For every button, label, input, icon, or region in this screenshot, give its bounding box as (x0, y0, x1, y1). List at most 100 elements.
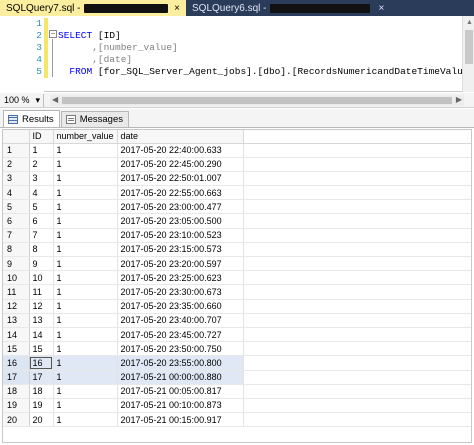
id-cell[interactable]: 16 (29, 355, 54, 371)
collapse-icon[interactable]: − (49, 30, 57, 38)
date-cell[interactable]: 2017-05-21 00:15:00.917 (117, 412, 244, 428)
date-cell[interactable]: 2017-05-21 00:10:00.873 (117, 398, 244, 414)
scroll-right-icon[interactable]: ▶ (456, 95, 462, 104)
number-value-cell[interactable]: 1 (53, 213, 118, 229)
date-cell[interactable]: 2017-05-21 00:00:00.880 (117, 370, 244, 385)
date-cell[interactable]: 2017-05-20 23:45:00.727 (117, 327, 244, 343)
row-number-header[interactable] (3, 130, 30, 144)
column-header-date[interactable]: date (117, 130, 244, 144)
id-cell[interactable]: 17 (29, 370, 54, 385)
row-number-cell[interactable]: 19 (3, 398, 30, 414)
row-number-cell[interactable]: 16 (3, 355, 30, 371)
number-value-cell[interactable]: 1 (53, 398, 118, 414)
code-text[interactable]: ​SELECT [ID] ,[number_value] ,[date] FRO… (58, 18, 474, 78)
date-cell[interactable]: 2017-05-20 23:50:00.750 (117, 341, 244, 357)
table-row[interactable]: 14 14 1 2017-05-20 23:45:00.727 (3, 327, 471, 343)
row-number-cell[interactable]: 11 (3, 284, 30, 300)
date-cell[interactable]: 2017-05-20 22:50:01.007 (117, 171, 244, 187)
date-cell[interactable]: 2017-05-20 23:40:00.707 (117, 313, 244, 328)
editor-horizontal-scrollbar[interactable]: ◀ ▶ (50, 95, 464, 106)
editor-vertical-scrollbar[interactable]: ▲ (462, 16, 474, 92)
id-cell[interactable]: 5 (29, 199, 54, 215)
scrollbar-thumb[interactable] (62, 97, 452, 104)
table-row[interactable]: 18 18 1 2017-05-21 00:05:00.817 (3, 384, 471, 399)
row-number-cell[interactable]: 14 (3, 327, 30, 343)
close-icon[interactable]: × (378, 3, 384, 14)
table-row[interactable]: 10 10 1 2017-05-20 23:25:00.623 (3, 270, 471, 286)
id-cell[interactable]: 9 (29, 256, 54, 272)
zoom-dropdown[interactable]: 100 % ▾ (0, 93, 44, 107)
tab-results[interactable]: Results (3, 110, 60, 127)
close-icon[interactable]: × (174, 3, 180, 14)
row-number-cell[interactable]: 10 (3, 270, 30, 286)
date-cell[interactable]: 2017-05-21 00:05:00.817 (117, 384, 244, 399)
number-value-cell[interactable]: 1 (53, 341, 118, 357)
id-cell[interactable]: 3 (29, 171, 54, 187)
id-cell[interactable]: 1 (29, 143, 54, 158)
number-value-cell[interactable]: 1 (53, 355, 118, 371)
date-cell[interactable]: 2017-05-20 22:55:00.663 (117, 185, 244, 201)
table-row[interactable]: 5 5 1 2017-05-20 23:00:00.477 (3, 199, 471, 215)
id-cell[interactable]: 14 (29, 327, 54, 343)
number-value-cell[interactable]: 1 (53, 327, 118, 343)
row-number-cell[interactable]: 6 (3, 213, 30, 229)
number-value-cell[interactable]: 1 (53, 313, 118, 328)
table-row[interactable]: 19 19 1 2017-05-21 00:10:00.873 (3, 398, 471, 414)
table-row[interactable]: 12 12 1 2017-05-20 23:35:00.660 (3, 299, 471, 314)
table-row[interactable]: 13 13 1 2017-05-20 23:40:00.707 (3, 313, 471, 328)
id-cell[interactable]: 15 (29, 341, 54, 357)
number-value-cell[interactable]: 1 (53, 157, 118, 172)
table-row[interactable]: 15 15 1 2017-05-20 23:50:00.750 (3, 341, 471, 357)
id-cell[interactable]: 11 (29, 284, 54, 300)
table-row[interactable]: 17 17 1 2017-05-21 00:00:00.880 (3, 370, 471, 385)
row-number-cell[interactable]: 3 (3, 171, 30, 187)
table-row[interactable]: 16 16 1 2017-05-20 23:55:00.800 (3, 355, 471, 371)
number-value-cell[interactable]: 1 (53, 143, 118, 158)
row-number-cell[interactable]: 2 (3, 157, 30, 172)
table-row[interactable]: 20 20 1 2017-05-21 00:15:00.917 (3, 412, 471, 428)
id-cell[interactable]: 4 (29, 185, 54, 201)
date-cell[interactable]: 2017-05-20 22:45:00.290 (117, 157, 244, 172)
row-number-cell[interactable]: 13 (3, 313, 30, 328)
scroll-left-icon[interactable]: ◀ (52, 95, 58, 104)
tab-sqlquery6[interactable]: SQLQuery6.sql - × (186, 0, 474, 16)
date-cell[interactable]: 2017-05-20 23:10:00.523 (117, 228, 244, 243)
id-cell[interactable]: 18 (29, 384, 54, 399)
id-cell[interactable]: 12 (29, 299, 54, 314)
table-row[interactable]: 8 8 1 2017-05-20 23:15:00.573 (3, 242, 471, 258)
row-number-cell[interactable]: 15 (3, 341, 30, 357)
row-number-cell[interactable]: 8 (3, 242, 30, 258)
number-value-cell[interactable]: 1 (53, 299, 118, 314)
row-number-cell[interactable]: 5 (3, 199, 30, 215)
tab-sqlquery7[interactable]: SQLQuery7.sql - × (0, 0, 186, 16)
results-grid[interactable]: ID number_value date 1 1 1 2017-05-20 22:40… (2, 129, 472, 443)
tab-messages[interactable]: Messages (60, 111, 129, 127)
date-cell[interactable]: 2017-05-20 23:00:00.477 (117, 199, 244, 215)
id-cell[interactable]: 20 (29, 412, 54, 428)
table-row[interactable]: 6 6 1 2017-05-20 23:05:00.500 (3, 213, 471, 229)
query-editor[interactable]: 1 2 3 4 5 − ​SELECT [ID] ,[number_value]… (0, 16, 474, 92)
number-value-cell[interactable]: 1 (53, 412, 118, 428)
table-row[interactable]: 4 4 1 2017-05-20 22:55:00.663 (3, 185, 471, 201)
row-number-cell[interactable]: 9 (3, 256, 30, 272)
row-number-cell[interactable]: 7 (3, 228, 30, 243)
table-row[interactable]: 9 9 1 2017-05-20 23:20:00.597 (3, 256, 471, 272)
row-number-cell[interactable]: 12 (3, 299, 30, 314)
scrollbar-thumb[interactable] (465, 30, 473, 64)
column-header-number-value[interactable]: number_value (53, 130, 118, 144)
table-row[interactable]: 2 2 1 2017-05-20 22:45:00.290 (3, 157, 471, 172)
date-cell[interactable]: 2017-05-20 23:05:00.500 (117, 213, 244, 229)
id-cell[interactable]: 10 (29, 270, 54, 286)
table-row[interactable]: 3 3 1 2017-05-20 22:50:01.007 (3, 171, 471, 187)
row-number-cell[interactable]: 18 (3, 384, 30, 399)
number-value-cell[interactable]: 1 (53, 284, 118, 300)
date-cell[interactable]: 2017-05-20 23:35:00.660 (117, 299, 244, 314)
date-cell[interactable]: 2017-05-20 23:30:00.673 (117, 284, 244, 300)
column-header-id[interactable]: ID (29, 130, 54, 144)
row-number-cell[interactable]: 1 (3, 143, 30, 158)
number-value-cell[interactable]: 1 (53, 256, 118, 272)
row-number-cell[interactable]: 4 (3, 185, 30, 201)
id-cell[interactable]: 8 (29, 242, 54, 258)
number-value-cell[interactable]: 1 (53, 370, 118, 385)
date-cell[interactable]: 2017-05-20 23:25:00.623 (117, 270, 244, 286)
